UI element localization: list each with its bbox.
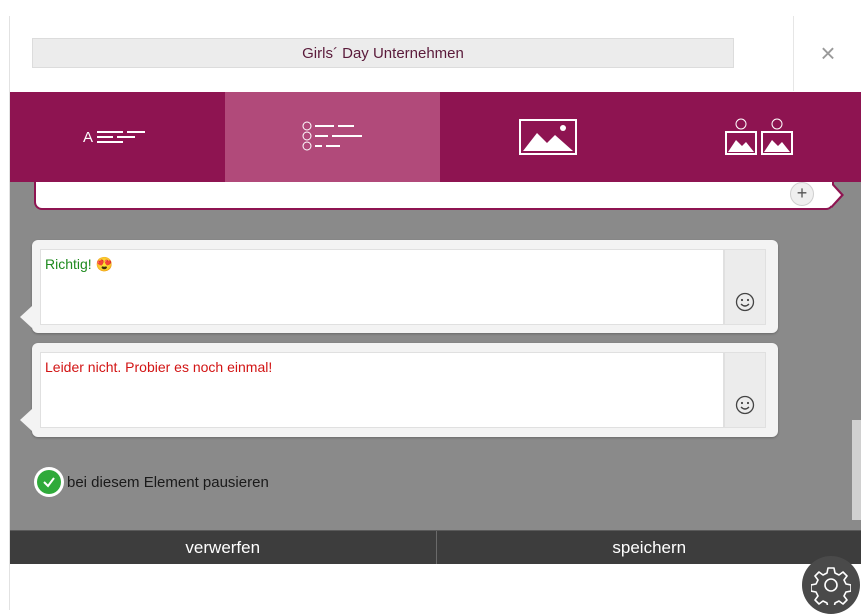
dialog-title[interactable]: Girls´ Day Unternehmen bbox=[32, 38, 734, 68]
gear-icon bbox=[811, 565, 851, 605]
close-icon: × bbox=[820, 38, 835, 69]
correct-feedback-card: Richtig! 😍 bbox=[32, 240, 778, 333]
smiley-icon bbox=[735, 292, 755, 312]
add-answer-button[interactable]: + bbox=[790, 182, 814, 206]
dialog-footer: verwerfen speichern bbox=[10, 530, 861, 564]
svg-text:A: A bbox=[83, 129, 93, 146]
element-type-tabs: A bbox=[10, 92, 861, 182]
tab-text-answer[interactable]: A bbox=[10, 92, 225, 182]
smiley-icon bbox=[735, 395, 755, 415]
pause-checkbox[interactable] bbox=[34, 467, 64, 497]
previous-answer-box bbox=[34, 182, 834, 210]
emoji-button[interactable] bbox=[724, 352, 766, 428]
image-ab-icon bbox=[724, 118, 794, 156]
editor-dialog: Girls´ Day Unternehmen × A bbox=[9, 16, 861, 610]
emoji-button[interactable] bbox=[724, 249, 766, 325]
wrong-feedback-card: Leider nicht. Probier es noch einmal! bbox=[32, 343, 778, 437]
wrong-feedback-field[interactable]: Leider nicht. Probier es noch einmal! bbox=[40, 352, 724, 428]
image-icon bbox=[519, 119, 577, 155]
save-button[interactable]: speichern bbox=[437, 531, 861, 564]
close-button[interactable]: × bbox=[793, 16, 861, 91]
wrong-feedback-text: Leider nicht. Probier es noch einmal! bbox=[45, 359, 272, 375]
tab-multiple-choice[interactable] bbox=[225, 92, 440, 182]
correct-feedback-field[interactable]: Richtig! 😍 bbox=[40, 249, 724, 325]
discard-button[interactable]: verwerfen bbox=[10, 531, 437, 564]
tab-image-choice[interactable] bbox=[655, 92, 861, 182]
tab-image[interactable] bbox=[440, 92, 655, 182]
scrollbar[interactable] bbox=[852, 420, 861, 520]
settings-button[interactable] bbox=[802, 556, 860, 614]
editor-content: + Richtig! 😍 Leider nicht. Probier es no… bbox=[10, 182, 861, 530]
correct-feedback-text: Richtig! 😍 bbox=[45, 256, 113, 272]
pause-label: bei diesem Element pausieren bbox=[67, 474, 269, 491]
text-lines-icon: A bbox=[83, 127, 153, 147]
abc-list-icon bbox=[298, 120, 368, 154]
checkmark-icon bbox=[42, 475, 56, 489]
pause-option[interactable]: bei diesem Element pausieren bbox=[34, 467, 269, 497]
